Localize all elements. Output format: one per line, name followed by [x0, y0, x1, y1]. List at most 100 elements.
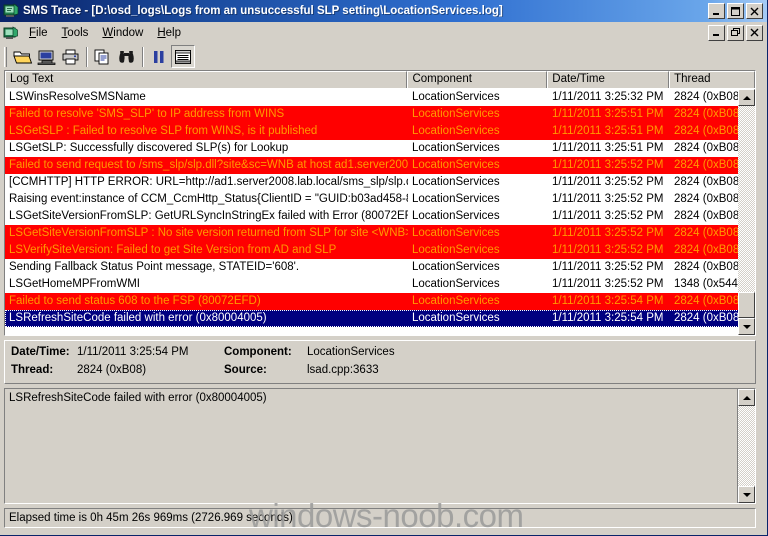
detail-component-value: LocationServices: [307, 346, 395, 358]
cell-datetime: 1/11/2011 3:25:51 PM: [552, 125, 664, 137]
cell-thread: 2824 (0xB08): [674, 125, 739, 137]
log-list-scrollbar[interactable]: [738, 89, 755, 335]
toolbar-separator-2: [142, 46, 144, 67]
toolbar: [0, 43, 767, 71]
table-row[interactable]: Failed to send request to /sms_slp/slp.d…: [5, 157, 739, 174]
log-rows: LSWinsResolveSMSName LocationServices 1/11…: [5, 89, 739, 335]
cell-datetime: 1/11/2011 3:25:52 PM: [552, 227, 664, 239]
cell-log: LSGetSiteVersionFromSLP : No site versio…: [9, 227, 408, 239]
table-row[interactable]: LSGetSLP : Failed to resolve SLP from WI…: [5, 123, 739, 140]
cell-datetime: 1/11/2011 3:25:51 PM: [552, 142, 664, 154]
cell-datetime: 1/11/2011 3:25:52 PM: [552, 244, 664, 256]
binoculars-find-icon: [119, 50, 134, 63]
menu-tools[interactable]: Tools: [55, 25, 96, 41]
list-view-icon: [175, 49, 191, 64]
open-file-button[interactable]: [11, 45, 35, 68]
table-row[interactable]: LSVerifySiteVersion: Failed to get Site …: [5, 242, 739, 259]
menu-window[interactable]: Window: [95, 25, 150, 41]
mdi-close-button[interactable]: [746, 24, 763, 41]
pause-icon: [154, 50, 164, 63]
cell-datetime: 1/11/2011 3:25:54 PM: [552, 295, 664, 307]
cell-log: LSGetHomeMPFromWMI: [9, 278, 140, 290]
table-row[interactable]: Raising event:instance of CCM_CcmHttp_St…: [5, 191, 739, 208]
detail-datetime-label: Date/Time:: [11, 346, 70, 358]
cell-thread: 2824 (0xB08): [674, 91, 739, 103]
menu-bar: File Tools Window Help: [0, 22, 767, 43]
detail-datetime-value: 1/11/2011 3:25:54 PM: [77, 346, 189, 358]
cell-component: LocationServices: [412, 125, 500, 137]
detail-source-label: Source:: [224, 364, 267, 376]
log-list[interactable]: Log Text Component Date/Time Thread LSWi…: [4, 70, 756, 336]
detail-scrollbar-track[interactable]: [738, 406, 755, 486]
detail-message-scrollbar[interactable]: [738, 389, 755, 503]
table-row[interactable]: Sending Fallback Status Point message, S…: [5, 259, 739, 276]
cell-component: LocationServices: [412, 278, 500, 290]
menu-help[interactable]: Help: [150, 25, 188, 41]
minimize-button[interactable]: [708, 3, 725, 19]
table-row[interactable]: LSGetSiteVersionFromSLP: GetURLSyncInStr…: [5, 208, 739, 225]
cell-datetime: 1/11/2011 3:25:54 PM: [552, 312, 664, 324]
open-folder-icon: [13, 51, 33, 63]
pause-button[interactable]: [147, 45, 171, 68]
scrollbar-track[interactable]: [738, 106, 755, 318]
table-row[interactable]: Failed to send status 608 to the FSP (80…: [5, 293, 739, 310]
menu-file[interactable]: File: [22, 25, 55, 41]
toggle-detail-pane-button[interactable]: [171, 45, 195, 68]
detail-scroll-down-button[interactable]: [738, 486, 755, 503]
table-row[interactable]: LSRefreshSiteCode failed with error (0x8…: [5, 310, 739, 327]
table-row[interactable]: Failed to resolve 'SMS_SLP' to IP addres…: [5, 106, 739, 123]
sms-trace-app-icon: [3, 3, 19, 17]
cell-log: Raising event:instance of CCM_CcmHttp_St…: [9, 193, 408, 205]
copy-icon: [94, 49, 109, 64]
mdi-document-icon[interactable]: [3, 25, 19, 41]
table-row[interactable]: LSGetHomeMPFromWMI LocationServices 1/11/2…: [5, 276, 739, 293]
cell-component: LocationServices: [412, 312, 500, 324]
column-header-component[interactable]: Component: [407, 71, 548, 88]
cell-datetime: 1/11/2011 3:25:52 PM: [552, 278, 664, 290]
cell-component: LocationServices: [412, 159, 500, 171]
cell-component: LocationServices: [412, 142, 500, 154]
save-button[interactable]: [35, 45, 59, 68]
column-header-datetime[interactable]: Date/Time: [547, 71, 670, 88]
status-bar: Elapsed time is 0h 45m 26s 969ms (2726.9…: [4, 508, 756, 528]
scroll-up-button[interactable]: [738, 89, 755, 106]
table-row[interactable]: [CCMHTTP] HTTP ERROR: URL=http://ad1.ser…: [5, 174, 739, 191]
copy-button[interactable]: [91, 45, 115, 68]
cell-log: LSGetSLP: Successfully discovered SLP(s)…: [9, 142, 289, 154]
table-row[interactable]: LSGetSLP: Successfully discovered SLP(s)…: [5, 140, 739, 157]
detail-thread-label: Thread:: [11, 364, 54, 376]
scrollbar-thumb[interactable]: [738, 292, 755, 318]
print-button[interactable]: [59, 45, 83, 68]
cell-thread: 2824 (0xB08): [674, 244, 739, 256]
column-header-thread[interactable]: Thread: [669, 71, 755, 88]
cell-component: LocationServices: [412, 244, 500, 256]
maximize-button[interactable]: [727, 3, 744, 19]
detail-message-textbox[interactable]: LSRefreshSiteCode failed with error (0x8…: [4, 388, 756, 504]
printer-icon: [62, 49, 79, 64]
cell-thread: 2824 (0xB08): [674, 295, 739, 307]
detail-message-text: LSRefreshSiteCode failed with error (0x8…: [5, 389, 738, 503]
close-button[interactable]: [746, 3, 763, 19]
cell-log: LSRefreshSiteCode failed with error (0x8…: [9, 312, 267, 324]
detail-scroll-up-button[interactable]: [738, 389, 755, 406]
cell-component: LocationServices: [412, 91, 500, 103]
column-header-row: Log Text Component Date/Time Thread: [5, 71, 755, 88]
find-button[interactable]: [115, 45, 139, 68]
cell-datetime: 1/11/2011 3:25:52 PM: [552, 176, 664, 188]
cell-thread: 1348 (0x544): [674, 278, 739, 290]
column-header-log-text[interactable]: Log Text: [5, 71, 408, 88]
mdi-minimize-button[interactable]: [708, 24, 725, 41]
cell-thread: 2824 (0xB08): [674, 312, 739, 324]
mdi-child-controls: [708, 24, 765, 41]
toolbar-grip[interactable]: [4, 46, 7, 67]
scroll-down-button[interactable]: [738, 318, 755, 335]
cell-component: LocationServices: [412, 261, 500, 273]
mdi-restore-button[interactable]: [727, 24, 744, 41]
cell-log: Failed to resolve 'SMS_SLP' to IP addres…: [9, 108, 285, 120]
table-row[interactable]: LSWinsResolveSMSName LocationServices 1/11…: [5, 89, 739, 106]
cell-thread: 2824 (0xB08): [674, 108, 739, 120]
cell-thread: 2824 (0xB08): [674, 261, 739, 273]
detail-thread-value: 2824 (0xB08): [77, 364, 147, 376]
table-row[interactable]: LSGetSiteVersionFromSLP : No site versio…: [5, 225, 739, 242]
sms-trace-window: SMS Trace - [D:\osd_logs\Logs from an un…: [0, 0, 768, 536]
